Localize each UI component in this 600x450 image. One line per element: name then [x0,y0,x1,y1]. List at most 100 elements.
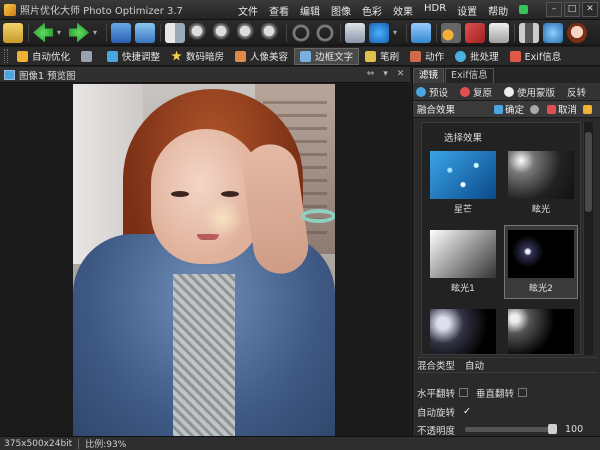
crop-icon[interactable] [411,22,431,43]
blend-type-row[interactable]: 混合类型 自动 [417,357,597,373]
restore-icon [460,86,471,97]
tab-frame-text[interactable]: 边框文字 [294,47,360,65]
document-icon[interactable] [345,22,365,43]
image-canvas[interactable] [0,84,410,436]
search-button[interactable] [529,104,541,114]
preview-photo[interactable] [73,84,335,436]
toolbar-separator [286,23,287,42]
forward-arrow-icon[interactable] [69,22,89,43]
cancel-button[interactable]: 取消 [546,102,577,116]
effect-thumb-glare1[interactable] [430,230,496,278]
pin-panel-button[interactable] [583,104,594,114]
tab-action[interactable]: 动作 [405,48,449,65]
effects-scrollbar[interactable] [583,122,593,355]
skin-indicator-icon[interactable] [519,5,529,14]
pin-icon[interactable]: ⇔ [365,69,376,80]
portrait-icon[interactable] [567,22,587,43]
auto-rotate-checkbox[interactable]: ✓ [463,406,471,417]
maximize-button[interactable]: □ [564,2,580,17]
flip-row: 水平翻转 垂直翻转 [417,385,535,400]
color-wheel-icon[interactable] [369,22,389,43]
tab-digital-darkroom[interactable]: 数码暗房 [166,48,229,65]
menu-edit[interactable]: 编辑 [300,3,320,18]
tab-label: Exif信息 [524,52,562,63]
confirm-button[interactable]: 确定 [493,102,524,116]
menu-settings[interactable]: 设置 [457,3,477,18]
flip-horizontal-checkbox[interactable] [459,388,469,397]
tab-batch[interactable]: 批处理 [450,48,504,65]
flip-vertical-checkbox[interactable] [518,388,528,397]
toolbar-separator [28,23,29,42]
blend-type-select[interactable]: 自动 [465,358,484,372]
magic-wand-icon [17,50,28,62]
save-icon[interactable] [111,22,131,43]
opacity-slider-knob[interactable] [548,424,558,434]
tab-exif[interactable]: Exif信息 [505,48,567,65]
menu-effects[interactable]: 效果 [393,3,413,18]
portrait-icon [235,50,247,62]
paint-icon[interactable] [441,22,461,43]
tab-tools[interactable] [76,48,101,65]
menu-file[interactable]: 文件 [238,3,258,18]
open-folder-icon[interactable] [3,22,23,43]
brush-icon [365,50,377,62]
menu-help[interactable]: 帮助 [488,3,508,18]
action-icon [410,50,422,62]
tab-label: 动作 [425,52,445,63]
tab-brush[interactable]: 笔刷 [360,48,404,65]
tabbar-grip-handle[interactable] [4,49,8,63]
preset-button[interactable]: 预设 [413,84,451,99]
effect-thumb-glare4[interactable] [508,309,574,354]
pin-icon [583,104,592,114]
zoom-in-icon[interactable] [237,22,257,43]
tab-exif-info[interactable]: Exif信息 [445,68,494,83]
effect-thumb-glare2[interactable] [508,230,574,278]
film-strip-icon[interactable] [519,22,539,43]
window-controls: – □ ✕ [544,2,598,17]
dock-arrow-icon[interactable]: ▾ [380,69,391,80]
rotate-left-icon[interactable] [291,22,311,43]
restore-button[interactable]: 复原 [457,84,495,99]
use-mask-button[interactable]: 使用蒙版 [501,84,558,99]
effect-thumb-glare3[interactable] [430,309,496,354]
save-as-icon[interactable] [135,22,155,43]
forward-dropdown-icon[interactable]: ▾ [93,23,101,43]
menu-color[interactable]: 色彩 [362,3,382,18]
back-arrow-icon[interactable] [33,22,53,43]
effect-thumb-glare[interactable] [508,151,574,199]
close-preview-icon[interactable]: ✕ [395,69,406,80]
exif-icon [509,50,521,62]
toolbar-separator [160,23,161,42]
tab-portrait-beauty[interactable]: 人像美容 [230,48,293,65]
tab-filters[interactable]: 滤镜 [413,68,445,83]
zoom-actual-icon[interactable] [213,22,233,43]
rotate-right-icon[interactable] [315,22,335,43]
effect-caption-glare2: 眩光2 [529,284,553,294]
confirm-icon [493,104,503,114]
status-bar: 375x500x24bit 比例:93% [0,436,600,450]
effects-scroll-thumb[interactable] [585,132,592,212]
tab-label: 数码暗房 [186,52,225,63]
preview-controls: ⇔ ▾ ✕ [361,69,406,80]
window-title: 照片优化大师 Photo Optimizer 3.7 [20,6,183,17]
effects-icon[interactable] [465,22,485,43]
globe-icon[interactable] [543,22,563,43]
tab-auto-optimize[interactable]: 自动优化 [12,48,75,65]
effect-thumb-starburst[interactable] [430,151,496,199]
back-dropdown-icon[interactable]: ▾ [57,23,65,43]
zoom-out-icon[interactable] [261,22,281,43]
invert-button[interactable]: 反转 [564,84,589,99]
menu-view[interactable]: 查看 [269,3,289,18]
menu-hdr[interactable]: HDR [424,3,446,18]
batch-icon [455,50,467,62]
minimize-button[interactable]: – [546,2,562,17]
menu-image[interactable]: 图像 [331,3,351,18]
opacity-slider[interactable] [465,424,558,434]
zoom-fit-icon[interactable] [189,22,209,43]
clipboard-icon[interactable] [489,22,509,43]
color-dropdown-icon[interactable]: ▾ [393,23,401,43]
search-icon [529,104,539,114]
tab-quick-adjust[interactable]: 快捷调整 [102,48,165,65]
compare-view-icon[interactable] [165,22,185,43]
close-button[interactable]: ✕ [582,2,598,17]
